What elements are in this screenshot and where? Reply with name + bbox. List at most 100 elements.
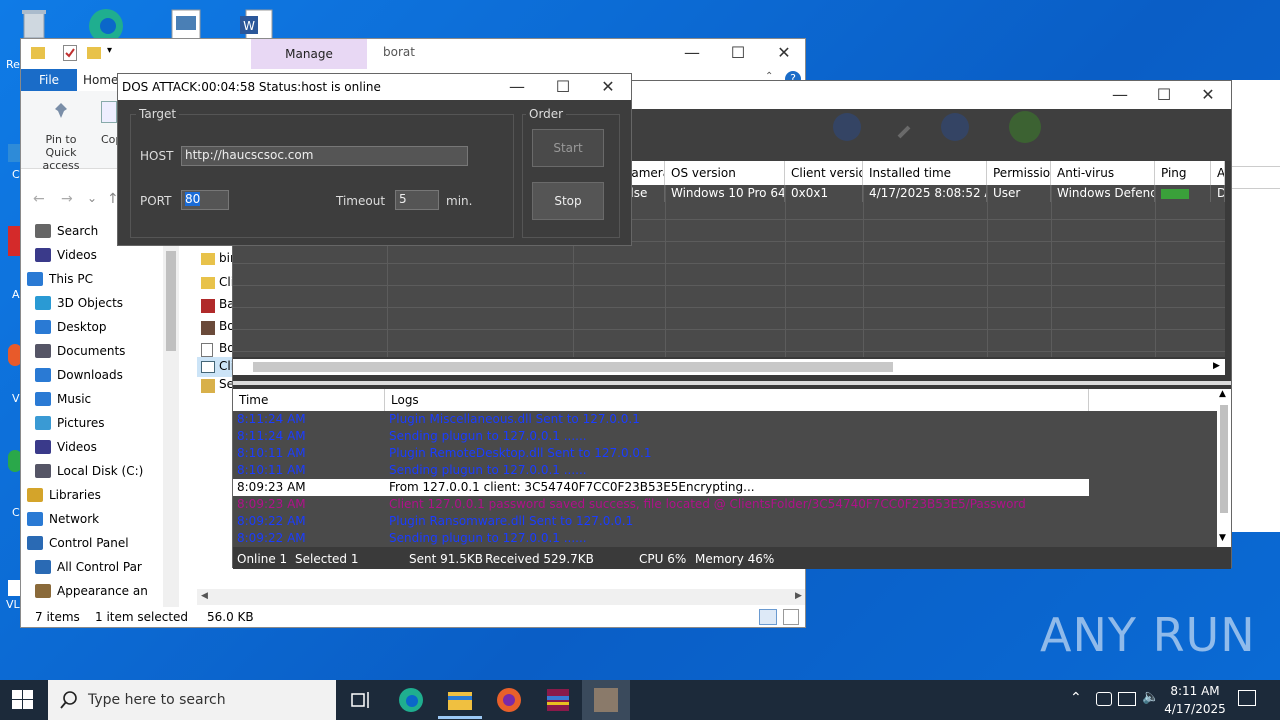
nav-item[interactable]: Documents bbox=[57, 339, 161, 363]
column-header-anti-virus[interactable]: Anti-virus bbox=[1051, 161, 1155, 185]
edge-icon[interactable] bbox=[397, 686, 425, 714]
nav-item[interactable]: Pictures bbox=[57, 411, 161, 435]
start-button[interactable]: Start bbox=[532, 129, 604, 167]
log-row[interactable]: 8:11:24 AM Sending plugun to 127.0.0.1 ..… bbox=[233, 428, 1089, 445]
column-header-ping[interactable]: Ping bbox=[1155, 161, 1211, 185]
grid-horizontal-scrollbar[interactable]: ▶ bbox=[233, 359, 1225, 375]
show-hidden-icons[interactable]: ⌃ bbox=[1070, 690, 1082, 706]
timeout-unit: min. bbox=[446, 194, 473, 208]
notifications-icon[interactable] bbox=[1238, 690, 1256, 706]
clock-time[interactable]: 8:11 AM bbox=[1162, 684, 1228, 698]
nav-item[interactable]: Videos bbox=[57, 435, 161, 459]
log-message: Plugin RemoteDesktop.dll Sent to 127.0.0… bbox=[389, 446, 652, 460]
timeout-input[interactable]: 5 bbox=[395, 190, 439, 210]
close-button[interactable]: ✕ bbox=[585, 74, 631, 100]
nav-item[interactable]: Network bbox=[49, 507, 161, 531]
column-header-installed-time[interactable]: Installed time bbox=[863, 161, 987, 185]
log-row[interactable]: 8:10:11 AM Plugin RemoteDesktop.dll Sent … bbox=[233, 445, 1089, 462]
manage-tab[interactable]: Manage bbox=[251, 39, 367, 69]
column-header-time[interactable]: Time bbox=[233, 389, 385, 411]
log-row[interactable]: 8:09:22 AM Plugin Ransomware.dll Sent to … bbox=[233, 513, 1089, 530]
firefox-icon[interactable] bbox=[495, 686, 523, 714]
minimize-button[interactable]: — bbox=[494, 74, 540, 100]
file-icon bbox=[201, 343, 213, 357]
start-button[interactable] bbox=[12, 690, 34, 713]
wrench-icon[interactable] bbox=[895, 117, 919, 141]
logs-vertical-scrollbar[interactable]: ▲ ▼ bbox=[1217, 389, 1231, 547]
forward-icon[interactable]: → bbox=[61, 191, 73, 207]
pictures-icon bbox=[35, 416, 51, 430]
network-icon[interactable] bbox=[1118, 692, 1136, 706]
nav-item[interactable]: Desktop bbox=[57, 315, 161, 339]
file-explorer-icon[interactable] bbox=[446, 686, 474, 714]
sort-icon[interactable] bbox=[833, 113, 861, 141]
clock-date[interactable]: 4/17/2025 bbox=[1162, 702, 1228, 716]
archive-icon bbox=[201, 299, 215, 313]
file-tab[interactable]: File bbox=[21, 69, 77, 91]
column-header-client-version[interactable]: Client version bbox=[785, 161, 863, 185]
task-view-icon[interactable] bbox=[348, 686, 376, 714]
column-header-permission[interactable]: Permission bbox=[987, 161, 1051, 185]
maximize-button[interactable]: ☐ bbox=[715, 39, 761, 67]
nav-item[interactable]: All Control Par bbox=[57, 555, 161, 579]
info-icon[interactable] bbox=[941, 113, 969, 141]
minimize-button[interactable]: — bbox=[1097, 81, 1143, 109]
security-icon[interactable] bbox=[1096, 692, 1112, 706]
nav-item[interactable]: This PC bbox=[49, 267, 161, 291]
log-message: Sending plugun to 127.0.0.1 ...... bbox=[389, 429, 587, 443]
maximize-button[interactable]: ☐ bbox=[1141, 81, 1187, 109]
explorer-titlebar: ▾ Manage borat — ☐ ✕ bbox=[21, 39, 805, 69]
volume-icon[interactable]: 🔈 bbox=[1142, 689, 1159, 705]
host-label: HOST bbox=[140, 149, 174, 163]
column-header-os-version[interactable]: OS version bbox=[665, 161, 785, 185]
log-row[interactable]: 8:11:24 AM Plugin Miscellaneous.dll Sent … bbox=[233, 411, 1089, 428]
copy-icon bbox=[101, 101, 117, 123]
column-header-extra[interactable]: A bbox=[1211, 161, 1225, 185]
order-group-label: Order bbox=[526, 107, 567, 121]
cell-permission: User bbox=[987, 185, 1051, 202]
new-folder-icon[interactable] bbox=[87, 47, 101, 59]
taskbar-search-box[interactable]: Type here to search bbox=[48, 680, 336, 720]
nav-item[interactable]: Downloads bbox=[57, 363, 161, 387]
log-row[interactable]: 8:09:23 AM Client 127.0.0.1 password save… bbox=[233, 496, 1089, 513]
log-message: Client 127.0.0.1 password saved success,… bbox=[389, 497, 1026, 511]
horizontal-scrollbar[interactable]: ◀ ▶ bbox=[197, 589, 805, 605]
host-input[interactable]: http://haucscsoc.com bbox=[181, 146, 468, 166]
winrar-icon[interactable] bbox=[544, 686, 572, 714]
stop-button[interactable]: Stop bbox=[532, 182, 604, 220]
log-row[interactable]: 8:10:11 AM Sending plugun to 127.0.0.1 ..… bbox=[233, 462, 1089, 479]
nav-item[interactable]: Control Panel bbox=[49, 531, 161, 555]
details-view-icon[interactable] bbox=[759, 609, 777, 625]
video-folder-icon bbox=[35, 440, 51, 454]
customize-quick-access-icon[interactable]: ▾ bbox=[107, 45, 112, 56]
close-button[interactable]: ✕ bbox=[1185, 81, 1231, 109]
large-icons-view-icon[interactable] bbox=[783, 609, 799, 625]
port-input[interactable]: 80 bbox=[181, 190, 229, 210]
home-tab[interactable]: Home bbox=[83, 69, 118, 91]
log-row[interactable]: 8:09:22 AM Sending plugun to 127.0.0.1 ..… bbox=[233, 530, 1089, 547]
recent-locations-icon[interactable]: ⌄ bbox=[87, 191, 97, 205]
nav-item[interactable]: Music bbox=[57, 387, 161, 411]
close-button[interactable]: ✕ bbox=[761, 39, 807, 67]
executable-icon bbox=[201, 321, 215, 335]
nav-item[interactable]: Local Disk (C:) bbox=[57, 459, 161, 483]
maximize-button[interactable]: ☐ bbox=[540, 74, 586, 100]
nav-item[interactable]: 3D Objects bbox=[57, 291, 161, 315]
about-icon[interactable] bbox=[1009, 111, 1041, 143]
documents-icon bbox=[35, 344, 51, 358]
nav-item[interactable]: Videos bbox=[57, 243, 161, 267]
splitter[interactable] bbox=[233, 381, 1231, 385]
column-header-logs[interactable]: Logs bbox=[385, 389, 1089, 411]
minimize-button[interactable]: — bbox=[669, 39, 715, 67]
desktop-label: Re bbox=[6, 58, 20, 71]
pin-to-quick-access-button[interactable]: Pin to Quick access bbox=[29, 133, 93, 172]
properties-icon[interactable] bbox=[63, 45, 77, 61]
grid-line bbox=[863, 185, 864, 357]
nav-item[interactable]: Libraries bbox=[49, 483, 161, 507]
rat-app-taskbar-button[interactable] bbox=[582, 680, 630, 720]
nav-item[interactable]: Appearance an bbox=[57, 579, 161, 603]
desktop-label: A bbox=[12, 288, 20, 301]
back-icon[interactable]: ← bbox=[33, 191, 45, 207]
nav-scrollbar[interactable] bbox=[163, 215, 179, 607]
log-row[interactable]: 8:09:23 AM From 127.0.0.1 client: 3C54740… bbox=[233, 479, 1089, 496]
